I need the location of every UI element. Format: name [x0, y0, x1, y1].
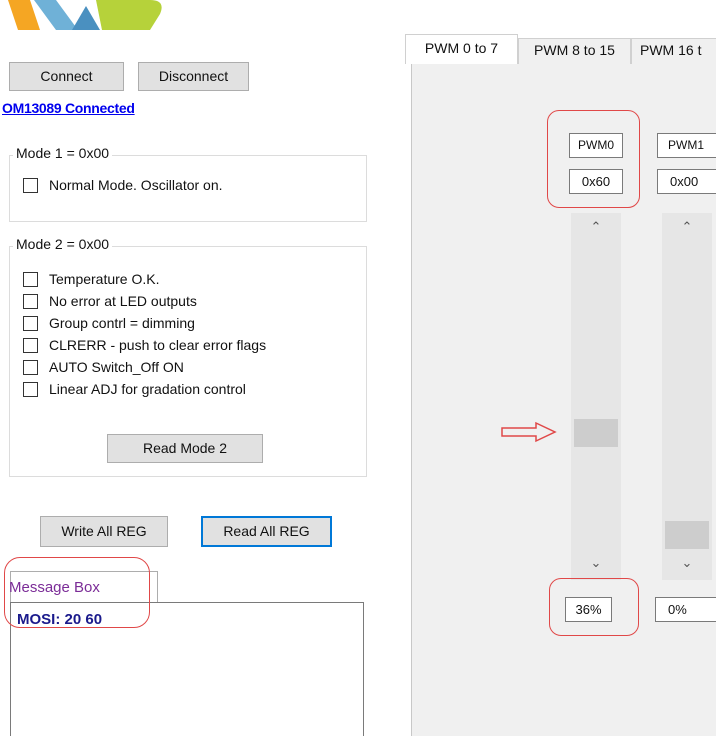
pwm1-name-field: PWM1 — [657, 133, 716, 158]
tab-pwm-0-7-label: PWM 0 to 7 — [424, 40, 499, 56]
tab-pwm-16[interactable]: PWM 16 t — [631, 38, 716, 64]
mode2-label-3: CLRERR - push to clear error flags — [49, 337, 267, 353]
mode1-label-0: Normal Mode. Oscillator on. — [49, 177, 223, 193]
tab-pwm-8-15[interactable]: PWM 8 to 15 — [518, 38, 631, 64]
mode2-checkbox-0[interactable] — [23, 272, 38, 287]
scroll-down-icon[interactable]: ⌄ — [662, 555, 712, 571]
pwm1-slider-thumb[interactable] — [665, 521, 709, 549]
mode1-title: Mode 1 = 0x00 — [13, 145, 113, 161]
tab-pwm-0-7[interactable]: PWM 0 to 7 — [405, 34, 518, 64]
mode1-checkbox-0[interactable] — [23, 178, 38, 193]
read-mode2-button[interactable]: Read Mode 2 — [107, 434, 263, 463]
mode2-title: Mode 2 = 0x00 — [13, 236, 113, 252]
mode2-label-4: AUTO Switch_Off ON — [49, 359, 184, 375]
connection-status-link[interactable]: OM13089 Connected — [2, 100, 135, 116]
scroll-up-icon[interactable]: ⌃ — [571, 219, 621, 235]
mode2-label-0: Temperature O.K. — [49, 271, 160, 287]
mode2-checkbox-2[interactable] — [23, 316, 38, 331]
mode2-label-1: No error at LED outputs — [49, 293, 197, 309]
scroll-up-icon[interactable]: ⌃ — [662, 219, 712, 235]
tab-pwm-8-15-label: PWM 8 to 15 — [534, 42, 615, 58]
connect-button[interactable]: Connect — [9, 62, 124, 91]
mode2-checkbox-3[interactable] — [23, 338, 38, 353]
mode2-checkbox-1[interactable] — [23, 294, 38, 309]
mode2-checkbox-5[interactable] — [23, 382, 38, 397]
pwm1-slider[interactable]: ⌃ ⌄ — [662, 213, 712, 580]
pwm0-highlight-ring — [547, 110, 640, 208]
mode2-label-5: Linear ADJ for gradation control — [49, 381, 246, 397]
nxp-logo — [8, 0, 162, 30]
pwm0-slider-thumb[interactable] — [574, 419, 618, 447]
read-all-reg-button[interactable]: Read All REG — [201, 516, 332, 547]
write-all-reg-button[interactable]: Write All REG — [40, 516, 168, 547]
pwm0-slider[interactable]: ⌃ ⌄ — [571, 213, 621, 580]
arrow-right-icon — [501, 421, 557, 443]
disconnect-button[interactable]: Disconnect — [138, 62, 249, 91]
pwm1-percent-field[interactable]: 0% — [655, 597, 716, 622]
tab-pwm-16-label: PWM 16 t — [640, 42, 702, 58]
message-highlight-ring — [4, 557, 150, 628]
mode2-label-2: Group contrl = dimming — [49, 315, 195, 331]
mode2-checkbox-4[interactable] — [23, 360, 38, 375]
scroll-down-icon[interactable]: ⌄ — [571, 555, 621, 571]
pwm0-percent-highlight-ring — [549, 578, 639, 636]
pwm1-hex-field[interactable]: 0x00 — [657, 169, 716, 194]
